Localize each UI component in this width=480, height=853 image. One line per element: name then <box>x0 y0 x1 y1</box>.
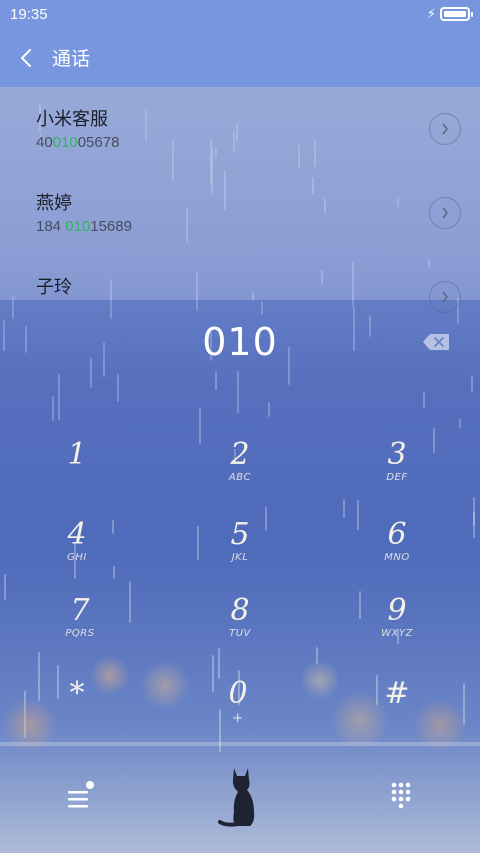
key-letters: PQRS <box>65 628 95 639</box>
bolt-icon: ⚡ <box>426 6 436 22</box>
number-part: 15689 <box>90 218 132 235</box>
chevron-right-icon <box>442 207 448 219</box>
dial-key-3[interactable]: 3 DEF <box>337 438 457 514</box>
contact-number: 184 01015689 <box>36 218 132 235</box>
key-letters: ABC <box>228 472 252 483</box>
contact-row[interactable]: 小米客服 4001005678 <box>0 87 480 171</box>
contact-results: 小米客服 4001005678 燕婷 184 01015689 子玲 <box>0 87 480 313</box>
window-ledge <box>0 742 480 746</box>
dial-key-5[interactable]: 5 JKL <box>180 518 300 594</box>
contact-detail-button[interactable] <box>429 197 461 229</box>
page-title: 通话 <box>52 48 91 70</box>
key-letters: WXYZ <box>381 628 413 639</box>
key-digit: 4 <box>67 517 87 552</box>
contact-name: 子玲 <box>36 277 72 298</box>
battery-icon <box>440 7 473 21</box>
backspace-button[interactable] <box>422 333 450 351</box>
key-digit: 0 <box>228 676 248 711</box>
contact-name: 燕婷 <box>36 193 72 214</box>
key-letters: + <box>232 711 244 726</box>
key-letters: GHI <box>67 552 87 563</box>
key-digit: 9 <box>387 593 407 628</box>
number-part: 05678 <box>77 134 120 151</box>
back-button[interactable] <box>0 28 52 87</box>
contact-number: 4001005678 <box>36 134 119 151</box>
key-digit: 2 <box>230 437 250 472</box>
dial-key-4[interactable]: 4 GHI <box>17 518 137 594</box>
dial-key-7[interactable]: 7 PQRS <box>20 594 140 670</box>
key-digit: 5 <box>230 517 250 552</box>
backspace-icon <box>423 334 449 350</box>
key-letters: DEF <box>386 472 408 483</box>
dial-key-9[interactable]: 9 WXYZ <box>337 594 457 670</box>
key-letters: JKL <box>231 552 249 563</box>
key-digit: 1 <box>67 437 87 472</box>
status-time: 19:35 <box>10 5 48 23</box>
dial-key-6[interactable]: 6 MNO <box>337 518 457 594</box>
battery-fill <box>444 11 466 17</box>
key-digit: 7 <box>70 593 90 628</box>
status-bar: 19:35 ⚡ <box>0 0 480 28</box>
key-digit: # <box>384 676 410 711</box>
dial-key-8[interactable]: 8 TUV <box>180 594 300 670</box>
key-letters: TUV <box>229 628 251 639</box>
chevron-right-icon <box>442 123 448 135</box>
dialpad-grid-icon <box>391 782 411 809</box>
menu-icon <box>68 781 94 808</box>
chevron-left-icon <box>21 48 31 67</box>
menu-button[interactable] <box>64 780 98 810</box>
number-match: 010 <box>65 218 91 235</box>
dialpad-toggle-button[interactable] <box>386 780 416 810</box>
header: 通话 <box>0 28 480 87</box>
number-match: 010 <box>52 134 78 151</box>
key-letters: MNO <box>384 552 410 563</box>
dial-number-display: 010 <box>202 320 278 364</box>
contact-name: 小米客服 <box>36 109 108 130</box>
dial-key-2[interactable]: 2 ABC <box>180 438 300 514</box>
number-part: 184 <box>36 218 66 235</box>
number-part: 40 <box>36 134 53 151</box>
key-digit: 3 <box>387 437 407 472</box>
cat-illustration <box>218 764 268 832</box>
contact-detail-button[interactable] <box>429 113 461 145</box>
key-digit: 6 <box>387 517 407 552</box>
dial-key-1[interactable]: 1 <box>17 438 137 514</box>
key-digit: 8 <box>230 593 250 628</box>
contact-row[interactable]: 燕婷 184 01015689 <box>0 171 480 255</box>
key-digit: * <box>69 676 85 711</box>
